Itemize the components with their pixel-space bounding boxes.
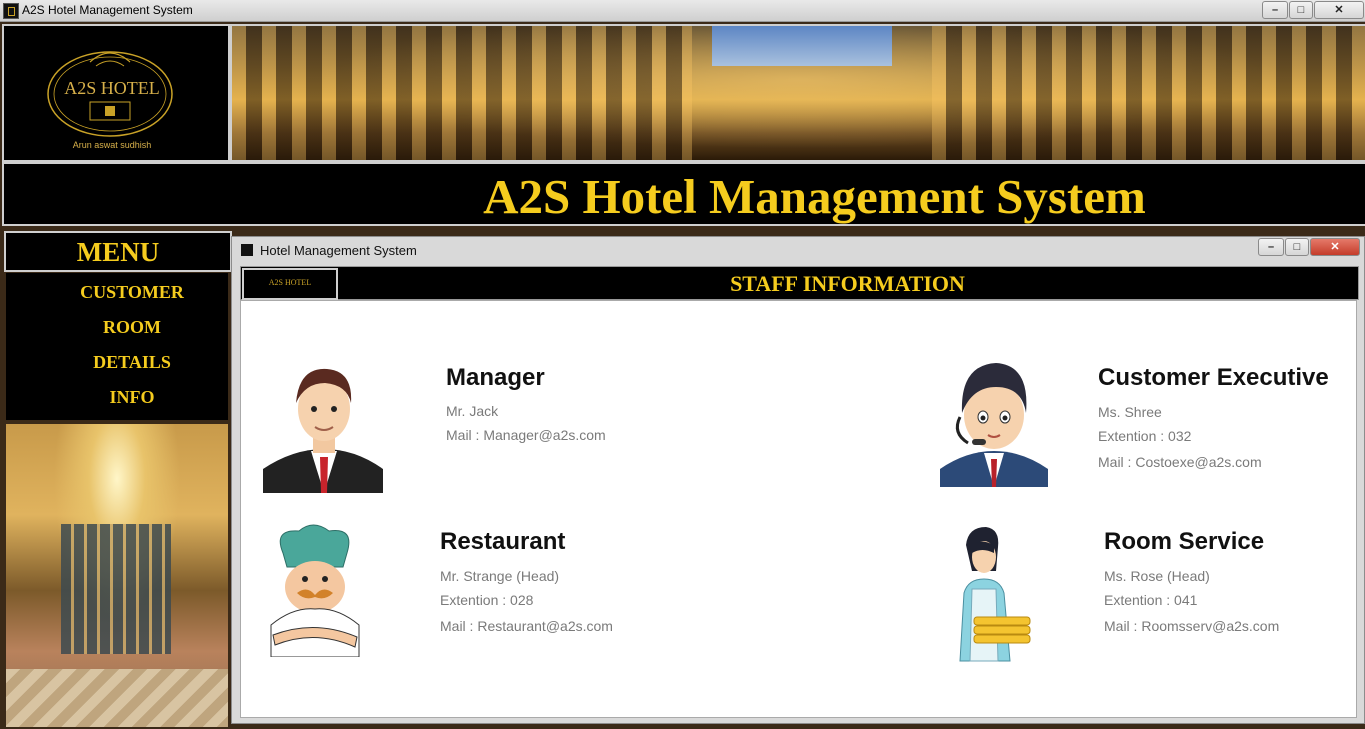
staff-name: Ms. Rose (Head) bbox=[1104, 568, 1210, 584]
inner-maximize-button[interactable]: □ bbox=[1285, 238, 1309, 256]
staff-mail: Mail : Roomsserv@a2s.com bbox=[1104, 618, 1280, 634]
staff-header-bar: A2S HOTEL STAFF INFORMATION bbox=[240, 266, 1359, 300]
app-title-bar: A2S Hotel Management System – □ ✕ bbox=[0, 0, 1365, 22]
maximize-button[interactable]: □ bbox=[1289, 1, 1313, 19]
staff-name: Ms. Shree bbox=[1098, 404, 1162, 420]
staff-mail: Mail : Restaurant@a2s.com bbox=[440, 618, 613, 634]
staff-panel: Manager Mr. Jack Mail : Manager@a2s.com … bbox=[240, 300, 1357, 718]
hotel-logo: A2S HOTEL Arun aswat sudhish bbox=[2, 24, 230, 162]
inner-minimize-button[interactable]: – bbox=[1258, 238, 1284, 256]
inner-window-icon bbox=[241, 244, 253, 256]
menu-heading: MENU bbox=[76, 237, 160, 267]
menu-item-details[interactable]: DETAILS bbox=[6, 352, 228, 373]
chef-avatar-icon bbox=[263, 523, 367, 657]
system-title: A2S Hotel Management System bbox=[483, 169, 1146, 224]
logo-name: A2S HOTEL bbox=[64, 78, 160, 98]
banner-building-left bbox=[232, 26, 692, 160]
banner-sky bbox=[712, 26, 892, 66]
close-button[interactable]: ✕ bbox=[1314, 1, 1364, 19]
minimize-button[interactable]: – bbox=[1262, 1, 1288, 19]
staff-mail: Mail : Manager@a2s.com bbox=[446, 427, 606, 443]
section-title: STAFF INFORMATION bbox=[730, 271, 965, 296]
room-service-avatar-icon bbox=[938, 523, 1050, 663]
staff-name: Mr. Strange (Head) bbox=[440, 568, 560, 584]
staff-role: Manager bbox=[446, 364, 545, 391]
menu-header: MENU bbox=[4, 231, 232, 272]
staff-role: Restaurant bbox=[440, 528, 566, 555]
app-icon bbox=[3, 3, 19, 19]
manager-avatar-icon bbox=[263, 357, 385, 493]
staff-extension: Extention : 028 bbox=[440, 592, 534, 608]
title-band: A2S Hotel Management System bbox=[2, 162, 1365, 226]
hotel-banner-image bbox=[230, 24, 1365, 162]
menu-item-customer[interactable]: CUSTOMER bbox=[6, 282, 228, 303]
mini-logo-text: A2S HOTEL bbox=[268, 278, 312, 287]
staff-mail: Mail : Costoexe@a2s.com bbox=[1098, 454, 1262, 470]
inner-close-button[interactable]: ✕ bbox=[1310, 238, 1360, 256]
mini-logo: A2S HOTEL bbox=[242, 268, 338, 300]
lobby-image bbox=[6, 424, 228, 727]
staff-name: Mr. Jack bbox=[446, 403, 499, 419]
banner-building-right bbox=[932, 26, 1365, 160]
staff-role: Room Service bbox=[1104, 528, 1265, 555]
customer-executive-avatar-icon bbox=[938, 357, 1050, 487]
menu-item-info[interactable]: INFO bbox=[6, 387, 228, 408]
lobby-door bbox=[61, 524, 171, 654]
logo-tagline: Arun aswat sudhish bbox=[72, 140, 152, 150]
inner-window-title: Hotel Management System bbox=[260, 243, 417, 258]
app-title: A2S Hotel Management System bbox=[22, 3, 193, 17]
menu-item-room[interactable]: ROOM bbox=[6, 317, 228, 338]
lobby-floor bbox=[6, 669, 228, 727]
menu-list: CUSTOMER ROOM DETAILS INFO bbox=[6, 273, 228, 420]
staff-extension: Extention : 032 bbox=[1098, 428, 1192, 444]
staff-extension: Extention : 041 bbox=[1104, 592, 1198, 608]
staff-role: Customer Executive bbox=[1098, 364, 1329, 391]
